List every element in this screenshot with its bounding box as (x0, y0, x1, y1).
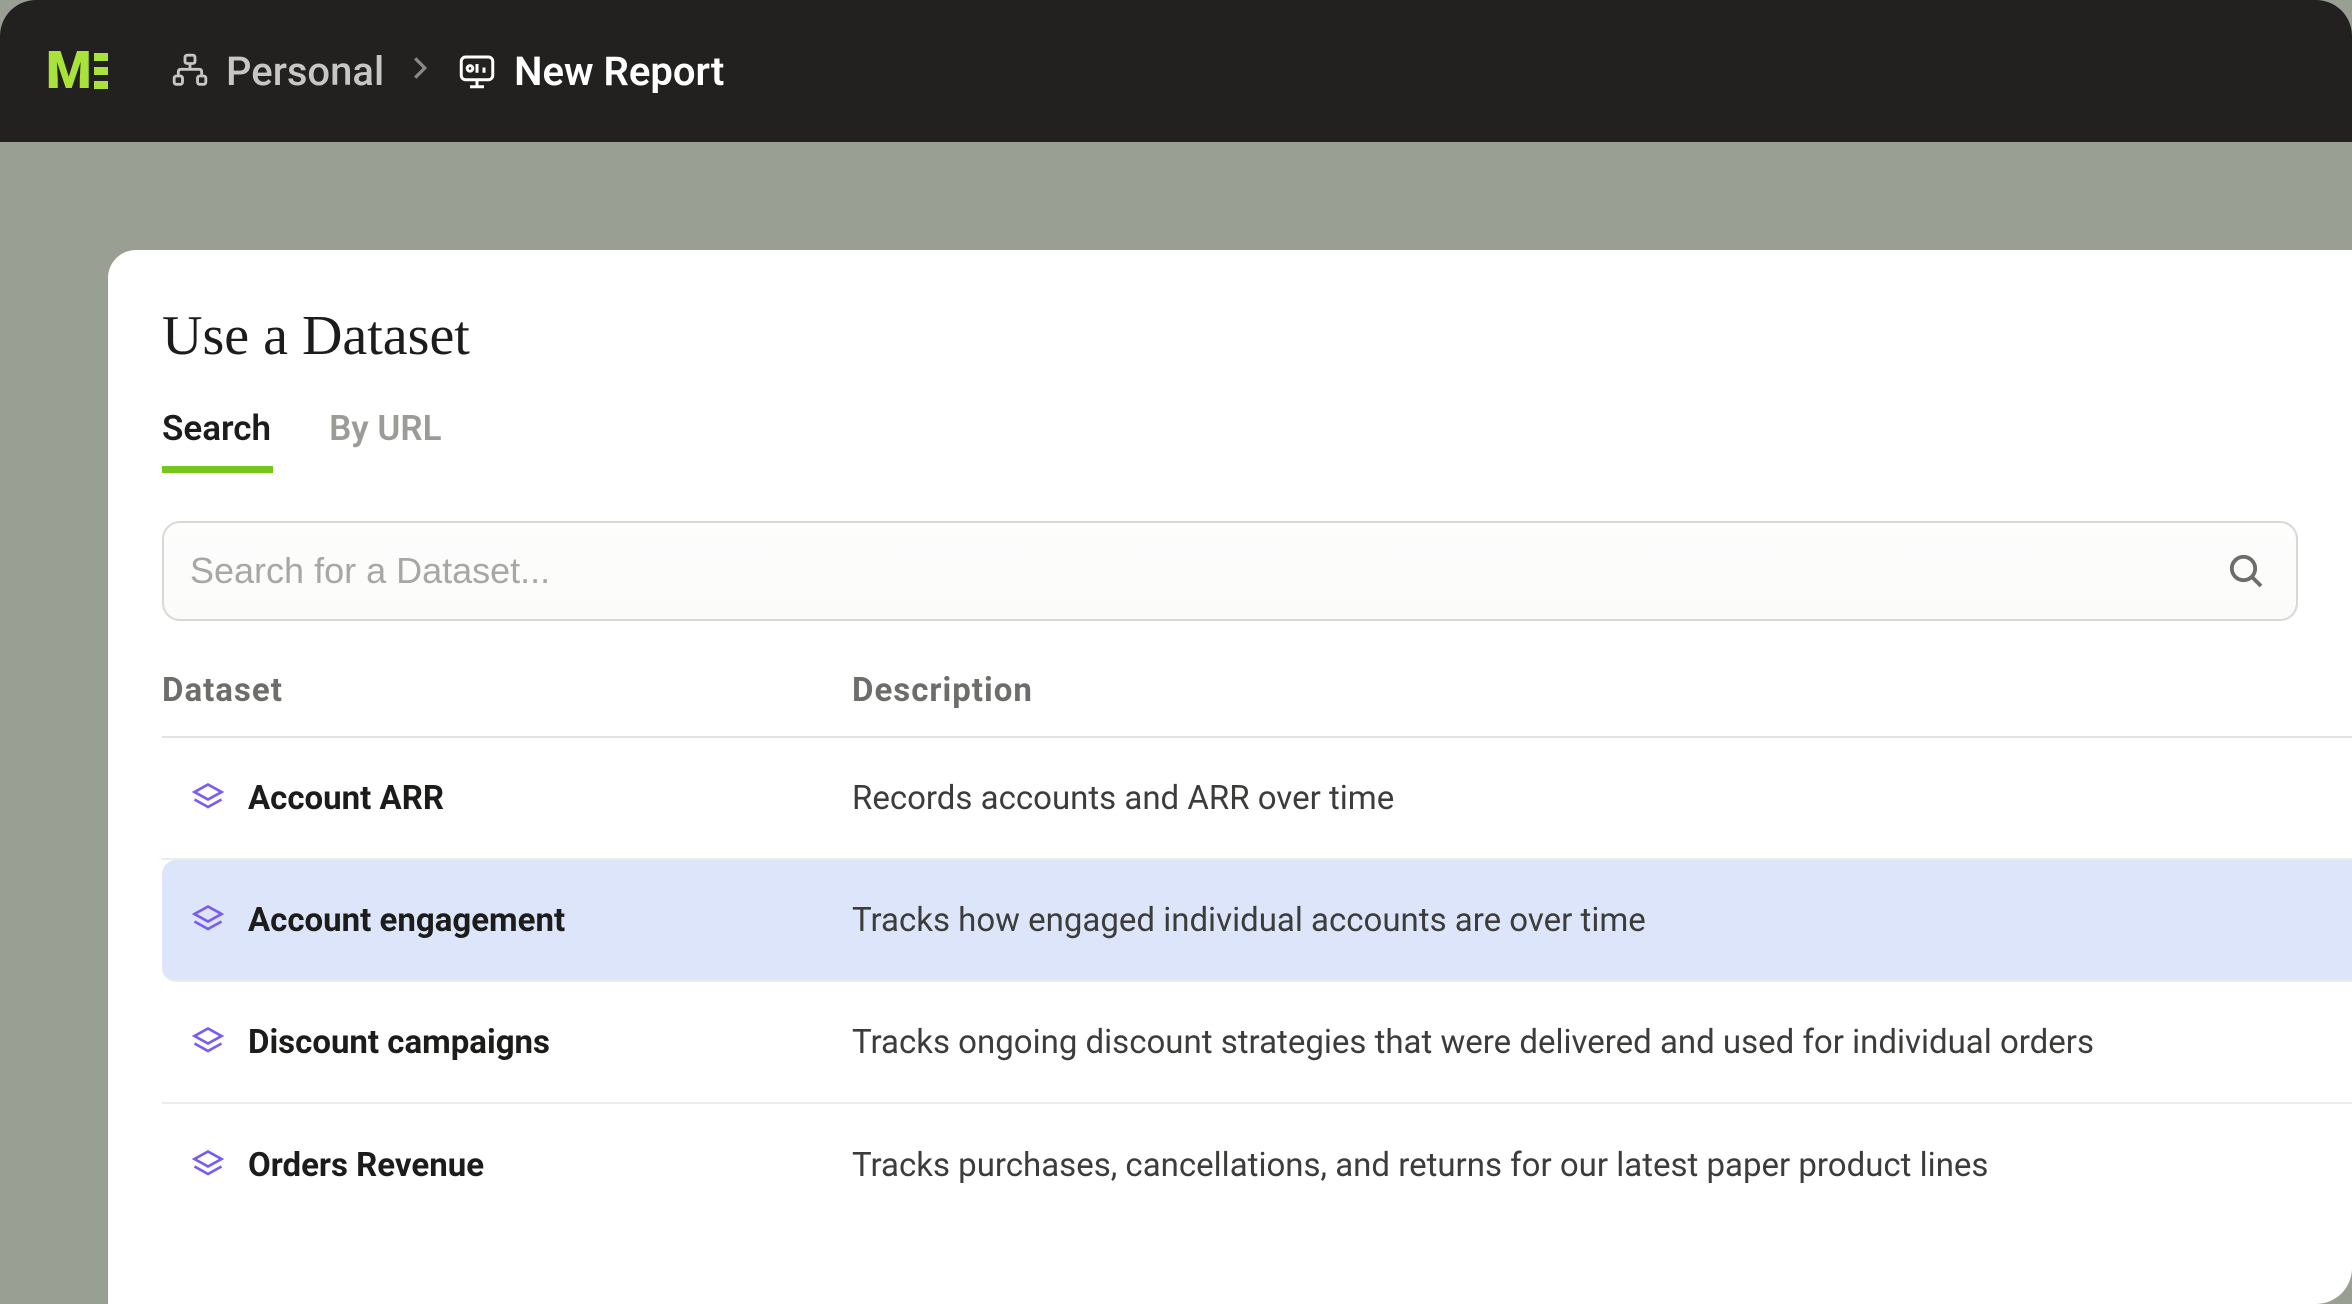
top-bar: M Personal (0, 0, 2352, 142)
dataset-description: Tracks how engaged individual accounts a… (852, 901, 2352, 940)
dataset-name: Account engagement (248, 901, 565, 940)
tab-by-url[interactable]: By URL (329, 408, 441, 469)
dataset-row[interactable]: Account ARR Records accounts and ARR ove… (162, 738, 2352, 860)
layers-icon (190, 902, 226, 938)
logo-letter: M (46, 45, 90, 97)
breadcrumb-personal[interactable]: Personal (170, 48, 384, 95)
breadcrumb-new-report[interactable]: New Report (456, 48, 724, 95)
dataset-row[interactable]: Orders Revenue Tracks purchases, cancell… (162, 1104, 2352, 1226)
dataset-name: Discount campaigns (248, 1023, 550, 1062)
app-logo[interactable]: M (46, 43, 126, 99)
person-icon (170, 50, 210, 92)
layers-icon (190, 1147, 226, 1183)
app-frame: M Personal (0, 0, 2352, 1304)
layers-icon (190, 780, 226, 816)
breadcrumb-current-label: New Report (514, 48, 724, 95)
tabs: Search By URL (162, 408, 2352, 469)
dataset-panel: Use a Dataset Search By URL Dataset Desc… (108, 250, 2352, 1304)
dataset-description: Tracks ongoing discount strategies that … (852, 1023, 2352, 1062)
report-icon (456, 50, 498, 92)
column-dataset: Dataset (162, 671, 852, 710)
dataset-description: Records accounts and ARR over time (852, 779, 2352, 818)
chevron-right-icon (412, 55, 428, 88)
search-field[interactable] (162, 521, 2298, 621)
dataset-description: Tracks purchases, cancellations, and ret… (852, 1146, 2352, 1185)
dataset-name: Account ARR (248, 779, 444, 818)
column-description: Description (852, 671, 2352, 710)
tab-search[interactable]: Search (162, 408, 271, 469)
dataset-row[interactable]: Account engagement Tracks how engaged in… (162, 860, 2352, 982)
logo-bars (94, 53, 108, 89)
table-body: Account ARR Records accounts and ARR ove… (162, 738, 2352, 1226)
dataset-row[interactable]: Discount campaigns Tracks ongoing discou… (162, 982, 2352, 1104)
breadcrumb-personal-label: Personal (226, 48, 384, 95)
search-input[interactable] (190, 550, 2226, 592)
search-icon (2226, 551, 2266, 591)
dataset-name: Orders Revenue (248, 1146, 484, 1185)
breadcrumb: Personal New Re (170, 48, 724, 95)
panel-title: Use a Dataset (162, 304, 2352, 368)
table-header: Dataset Description (162, 671, 2352, 738)
layers-icon (190, 1024, 226, 1060)
